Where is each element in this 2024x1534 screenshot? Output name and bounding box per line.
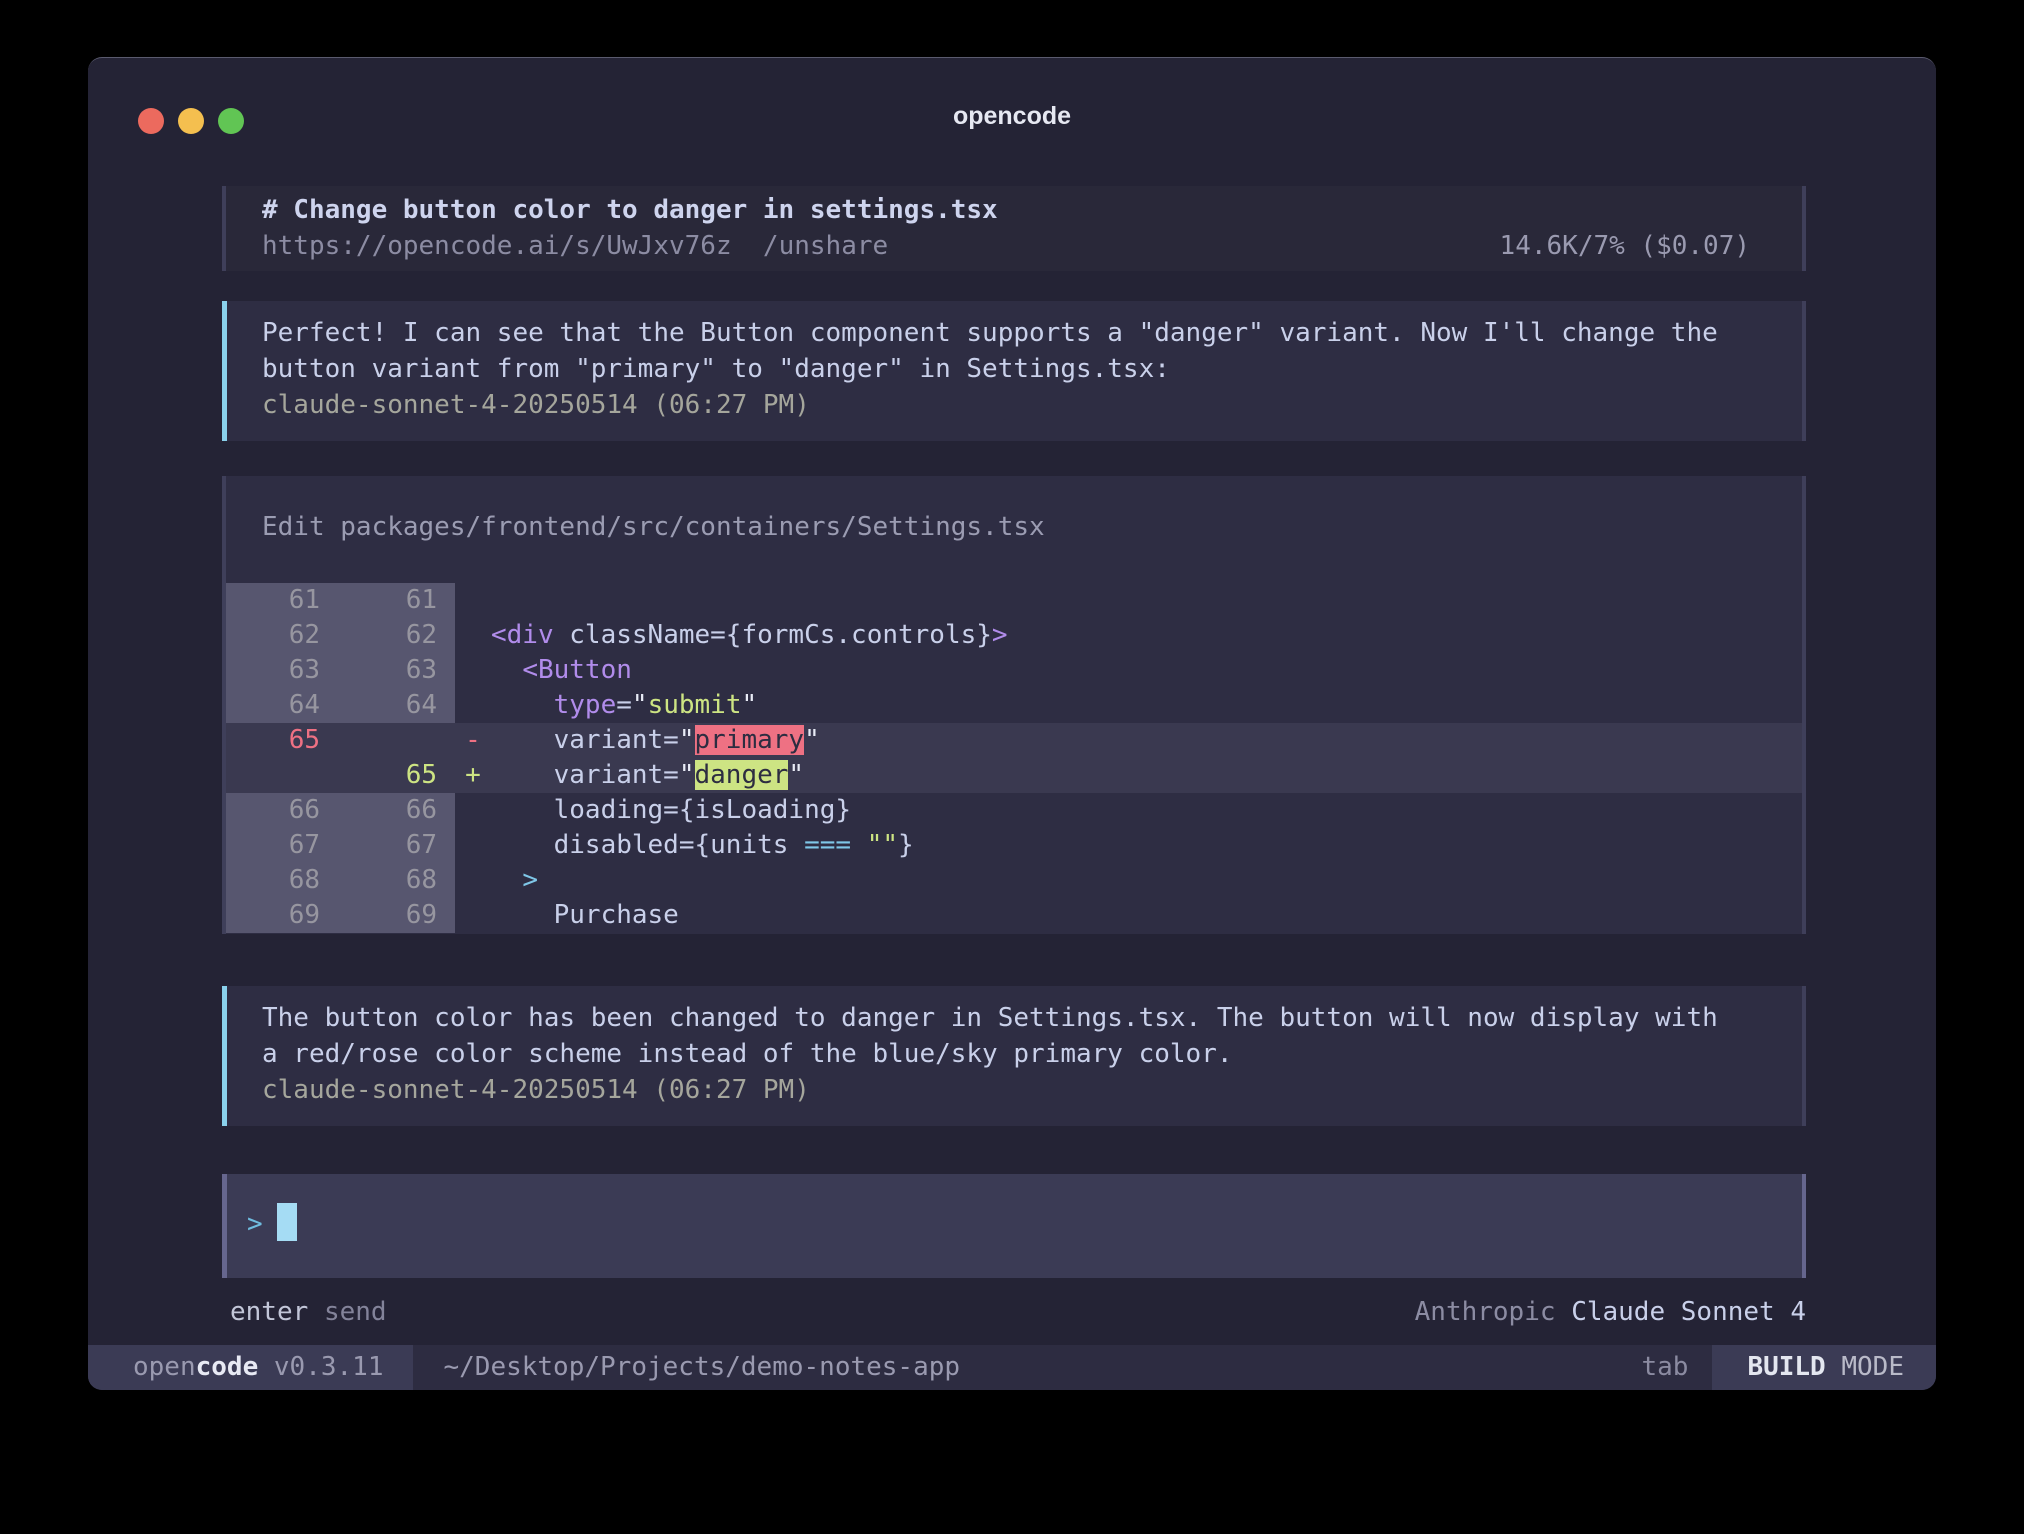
model-provider: Anthropic (1415, 1297, 1556, 1327)
diff-gutter: 66 (320, 793, 437, 828)
mode-secondary: MODE (1826, 1352, 1904, 1382)
diff-view: 61616262 <div className={formCs.controls}… (226, 583, 1802, 933)
diff-code-line: Purchase (491, 898, 679, 933)
diff-code-line: > (491, 863, 538, 898)
send-hint: enter send (230, 1294, 387, 1330)
diff-gutter: 61 (320, 583, 437, 618)
diff-gutter (437, 688, 455, 723)
prompt-caret: > (247, 1209, 263, 1239)
diff-gutter (437, 653, 455, 688)
send-hint-key: enter (230, 1297, 308, 1327)
status-bar-spacer (960, 1345, 1641, 1390)
diff-gutter: 66 (226, 793, 320, 828)
status-bar: opencode v0.3.11 ~/Desktop/Projects/demo… (88, 1345, 1936, 1390)
diff-gutter (437, 828, 455, 863)
diff-gutter: 65 (320, 758, 437, 793)
app-version-chip: opencode v0.3.11 (88, 1345, 413, 1390)
diff-code-line: loading={isLoading} (491, 793, 851, 828)
diff-gutter (455, 688, 491, 723)
diff-gutter (455, 583, 491, 618)
unshare-action[interactable]: /unshare (763, 228, 888, 264)
diff-row: 6969 Purchase (226, 898, 1802, 933)
assistant-message-meta: claude-sonnet-4-20250514 (06:27 PM) (262, 1072, 1742, 1108)
diff-row: 65 + variant="danger" (226, 758, 1802, 793)
mode-chip: BUILD MODE (1712, 1345, 1936, 1390)
window-titlebar: opencode (88, 58, 1936, 154)
diff-gutter (437, 618, 455, 653)
diff-gutter: 68 (226, 863, 320, 898)
app-name-bold: code (196, 1352, 259, 1382)
diff-row: 65 - variant="primary" (226, 723, 1802, 758)
diff-gutter: 65 (226, 723, 320, 758)
diff-row: 6363 <Button (226, 653, 1802, 688)
assistant-message-text: Perfect! I can see that the Button compo… (262, 315, 1742, 387)
diff-code-line: variant="danger" (491, 758, 804, 793)
diff-gutter (437, 898, 455, 933)
edit-tool-title: Edit packages/frontend/src/containers/Se… (226, 509, 1802, 545)
assistant-message: The button color has been changed to dan… (222, 986, 1806, 1126)
edit-tool-block: Edit packages/frontend/src/containers/Se… (222, 476, 1806, 934)
diff-row: 6868 > (226, 863, 1802, 898)
diff-gutter: 64 (226, 688, 320, 723)
app-version: v0.3.11 (258, 1352, 383, 1382)
send-hint-action: send (324, 1297, 387, 1327)
session-meta-row: https://opencode.ai/s/UwJxv76z /unshare … (262, 228, 1750, 264)
diff-code-line: type="submit" (491, 688, 757, 723)
mode-primary: BUILD (1747, 1352, 1825, 1382)
diff-gutter (320, 723, 437, 758)
working-directory: ~/Desktop/Projects/demo-notes-app (443, 1345, 960, 1390)
app-name-light: open (133, 1352, 196, 1382)
diff-row: 6464 type="submit" (226, 688, 1802, 723)
diff-row: 6161 (226, 583, 1802, 618)
diff-gutter (437, 583, 455, 618)
diff-gutter: 61 (226, 583, 320, 618)
diff-gutter: 69 (226, 898, 320, 933)
diff-gutter (455, 863, 491, 898)
diff-gutter (455, 828, 491, 863)
diff-code-line: variant="primary" (491, 723, 820, 758)
diff-row: 6666 loading={isLoading} (226, 793, 1802, 828)
diff-gutter: 62 (226, 618, 320, 653)
session-header: # Change button color to danger in setti… (222, 186, 1806, 271)
diff-gutter: 68 (320, 863, 437, 898)
diff-gutter (455, 898, 491, 933)
prompt-input[interactable]: > (222, 1174, 1806, 1278)
text-cursor (277, 1203, 297, 1241)
diff-code-line: <Button (491, 653, 632, 688)
diff-gutter: 67 (320, 828, 437, 863)
diff-gutter: 69 (320, 898, 437, 933)
window-title: opencode (88, 98, 1936, 134)
model-indicator: Anthropic Claude Sonnet 4 (1415, 1294, 1806, 1330)
opencode-window: opencode # Change button color to danger… (88, 57, 1936, 1390)
diff-row: 6262 <div className={formCs.controls}> (226, 618, 1802, 653)
context-usage-stats: 14.6K/7% ($0.07) (1500, 228, 1750, 264)
diff-code-line: <div className={formCs.controls}> (491, 618, 1008, 653)
diff-gutter (226, 758, 320, 793)
assistant-message-text: The button color has been changed to dan… (262, 1000, 1742, 1072)
diff-gutter (437, 793, 455, 828)
diff-gutter: 63 (226, 653, 320, 688)
model-name: Claude Sonnet 4 (1571, 1297, 1806, 1327)
assistant-message: Perfect! I can see that the Button compo… (222, 301, 1806, 441)
diff-code-line: disabled={units === ""} (491, 828, 914, 863)
assistant-message-meta: claude-sonnet-4-20250514 (06:27 PM) (262, 387, 1742, 423)
diff-row: 6767 disabled={units === ""} (226, 828, 1802, 863)
diff-gutter (455, 618, 491, 653)
diff-gutter (455, 793, 491, 828)
hint-row: enter send Anthropic Claude Sonnet 4 (222, 1294, 1806, 1330)
diff-gutter: 63 (320, 653, 437, 688)
diff-gutter (437, 863, 455, 898)
url-gap (732, 228, 763, 264)
share-url[interactable]: https://opencode.ai/s/UwJxv76z (262, 228, 732, 264)
session-title: # Change button color to danger in setti… (262, 192, 1750, 228)
diff-gutter: + (455, 758, 491, 793)
mode-switch-key-hint: tab (1641, 1345, 1688, 1390)
diff-gutter (437, 758, 455, 793)
diff-gutter (437, 723, 455, 758)
diff-gutter: 67 (226, 828, 320, 863)
diff-gutter: 64 (320, 688, 437, 723)
diff-gutter (455, 653, 491, 688)
diff-gutter: - (455, 723, 491, 758)
diff-gutter: 62 (320, 618, 437, 653)
